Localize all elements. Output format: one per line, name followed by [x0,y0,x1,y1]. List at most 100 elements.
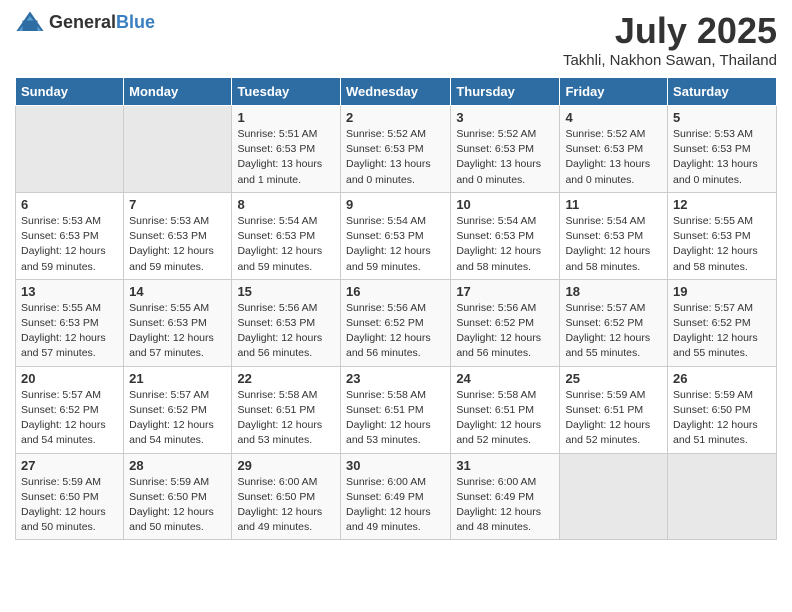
calendar-cell [124,106,232,193]
logo-blue: Blue [116,12,155,32]
calendar-cell: 1 Sunrise: 5:51 AM Sunset: 6:53 PM Daylig… [232,106,341,193]
logo-icon [15,10,45,34]
logo-general: General [49,12,116,32]
calendar-cell: 9 Sunrise: 5:54 AM Sunset: 6:53 PM Daylig… [340,192,450,279]
day-detail: Sunrise: 5:55 AM Sunset: 6:53 PM Dayligh… [673,214,771,275]
page-title: July 2025 [563,10,777,52]
weekday-header-friday: Friday [560,78,668,106]
day-number: 17 [456,284,554,299]
day-detail: Sunrise: 5:57 AM Sunset: 6:52 PM Dayligh… [565,301,662,362]
calendar-table: SundayMondayTuesdayWednesdayThursdayFrid… [15,77,777,540]
day-number: 3 [456,110,554,125]
calendar-cell: 14 Sunrise: 5:55 AM Sunset: 6:53 PM Dayli… [124,279,232,366]
logo-text: GeneralBlue [49,12,155,33]
day-number: 26 [673,371,771,386]
calendar-cell: 13 Sunrise: 5:55 AM Sunset: 6:53 PM Dayli… [16,279,124,366]
calendar-cell: 24 Sunrise: 5:58 AM Sunset: 6:51 PM Dayli… [451,366,560,453]
calendar-cell: 26 Sunrise: 5:59 AM Sunset: 6:50 PM Dayli… [668,366,777,453]
day-detail: Sunrise: 5:57 AM Sunset: 6:52 PM Dayligh… [21,388,118,449]
day-detail: Sunrise: 5:54 AM Sunset: 6:53 PM Dayligh… [456,214,554,275]
day-detail: Sunrise: 5:53 AM Sunset: 6:53 PM Dayligh… [673,127,771,188]
day-detail: Sunrise: 5:59 AM Sunset: 6:50 PM Dayligh… [129,475,226,536]
weekday-header-tuesday: Tuesday [232,78,341,106]
day-detail: Sunrise: 5:59 AM Sunset: 6:50 PM Dayligh… [21,475,118,536]
calendar-cell: 7 Sunrise: 5:53 AM Sunset: 6:53 PM Daylig… [124,192,232,279]
calendar-cell: 16Sunrise: 5:56 AM Sunset: 6:52 PM Dayli… [340,279,450,366]
day-number: 1 [237,110,335,125]
calendar-cell: 2 Sunrise: 5:52 AM Sunset: 6:53 PM Daylig… [340,106,450,193]
day-detail: Sunrise: 5:54 AM Sunset: 6:53 PM Dayligh… [237,214,335,275]
day-detail: Sunrise: 6:00 AM Sunset: 6:50 PM Dayligh… [237,475,335,536]
day-number: 13 [21,284,118,299]
day-number: 14 [129,284,226,299]
calendar-cell: 20 Sunrise: 5:57 AM Sunset: 6:52 PM Dayli… [16,366,124,453]
day-detail: Sunrise: 5:58 AM Sunset: 6:51 PM Dayligh… [237,388,335,449]
day-number: 12 [673,197,771,212]
day-detail: Sunrise: 5:57 AM Sunset: 6:52 PM Dayligh… [673,301,771,362]
weekday-header-sunday: Sunday [16,78,124,106]
day-detail: Sunrise: 5:52 AM Sunset: 6:53 PM Dayligh… [456,127,554,188]
day-detail: Sunrise: 5:53 AM Sunset: 6:53 PM Dayligh… [21,214,118,275]
day-detail: Sunrise: 5:56 AM Sunset: 6:53 PM Dayligh… [237,301,335,362]
day-number: 31 [456,458,554,473]
day-detail: Sunrise: 5:52 AM Sunset: 6:53 PM Dayligh… [346,127,445,188]
calendar-cell: 19 Sunrise: 5:57 AM Sunset: 6:52 PM Dayli… [668,279,777,366]
day-number: 19 [673,284,771,299]
day-number: 27 [21,458,118,473]
calendar-cell: 15Sunrise: 5:56 AM Sunset: 6:53 PM Dayli… [232,279,341,366]
day-detail: Sunrise: 5:58 AM Sunset: 6:51 PM Dayligh… [456,388,554,449]
calendar-cell: 28 Sunrise: 5:59 AM Sunset: 6:50 PM Dayli… [124,453,232,540]
day-number: 25 [565,371,662,386]
day-detail: Sunrise: 5:54 AM Sunset: 6:53 PM Dayligh… [346,214,445,275]
day-detail: Sunrise: 5:53 AM Sunset: 6:53 PM Dayligh… [129,214,226,275]
day-number: 24 [456,371,554,386]
calendar-cell: 4Sunrise: 5:52 AM Sunset: 6:53 PM Daylig… [560,106,668,193]
day-number: 5 [673,110,771,125]
day-number: 7 [129,197,226,212]
calendar-cell [16,106,124,193]
day-number: 20 [21,371,118,386]
weekday-header-thursday: Thursday [451,78,560,106]
calendar-cell: 22 Sunrise: 5:58 AM Sunset: 6:51 PM Dayli… [232,366,341,453]
logo: GeneralBlue [15,10,155,34]
calendar-cell: 12 Sunrise: 5:55 AM Sunset: 6:53 PM Dayli… [668,192,777,279]
weekday-header-monday: Monday [124,78,232,106]
calendar-cell: 18 Sunrise: 5:57 AM Sunset: 6:52 PM Dayli… [560,279,668,366]
title-area: July 2025 Takhli, Nakhon Sawan, Thailand [563,10,777,69]
calendar-cell: 5 Sunrise: 5:53 AM Sunset: 6:53 PM Daylig… [668,106,777,193]
page-subtitle: Takhli, Nakhon Sawan, Thailand [563,52,777,69]
calendar-cell: 30 Sunrise: 6:00 AM Sunset: 6:49 PM Dayli… [340,453,450,540]
calendar-cell: 3 Sunrise: 5:52 AM Sunset: 6:53 PM Daylig… [451,106,560,193]
day-number: 28 [129,458,226,473]
day-detail: Sunrise: 5:55 AM Sunset: 6:53 PM Dayligh… [21,301,118,362]
weekday-header-saturday: Saturday [668,78,777,106]
day-detail: Sunrise: 5:59 AM Sunset: 6:50 PM Dayligh… [673,388,771,449]
day-number: 23 [346,371,445,386]
day-number: 10 [456,197,554,212]
day-number: 22 [237,371,335,386]
day-detail: Sunrise: 6:00 AM Sunset: 6:49 PM Dayligh… [346,475,445,536]
calendar-cell: 21Sunrise: 5:57 AM Sunset: 6:52 PM Dayli… [124,366,232,453]
day-number: 21 [129,371,226,386]
day-number: 9 [346,197,445,212]
calendar-cell: 29Sunrise: 6:00 AM Sunset: 6:50 PM Dayli… [232,453,341,540]
day-detail: Sunrise: 5:58 AM Sunset: 6:51 PM Dayligh… [346,388,445,449]
day-detail: Sunrise: 5:55 AM Sunset: 6:53 PM Dayligh… [129,301,226,362]
day-detail: Sunrise: 5:51 AM Sunset: 6:53 PM Dayligh… [237,127,335,188]
day-detail: Sunrise: 5:59 AM Sunset: 6:51 PM Dayligh… [565,388,662,449]
page-header: GeneralBlue July 2025 Takhli, Nakhon Saw… [15,10,777,69]
day-detail: Sunrise: 5:56 AM Sunset: 6:52 PM Dayligh… [456,301,554,362]
day-number: 8 [237,197,335,212]
calendar-cell: 11Sunrise: 5:54 AM Sunset: 6:53 PM Dayli… [560,192,668,279]
calendar-cell: 31 Sunrise: 6:00 AM Sunset: 6:49 PM Dayli… [451,453,560,540]
weekday-header-wednesday: Wednesday [340,78,450,106]
calendar-cell [560,453,668,540]
calendar-cell: 25 Sunrise: 5:59 AM Sunset: 6:51 PM Dayli… [560,366,668,453]
day-detail: Sunrise: 6:00 AM Sunset: 6:49 PM Dayligh… [456,475,554,536]
calendar-cell [668,453,777,540]
calendar-cell: 17 Sunrise: 5:56 AM Sunset: 6:52 PM Dayli… [451,279,560,366]
day-number: 2 [346,110,445,125]
day-detail: Sunrise: 5:56 AM Sunset: 6:52 PM Dayligh… [346,301,445,362]
day-number: 18 [565,284,662,299]
day-number: 30 [346,458,445,473]
